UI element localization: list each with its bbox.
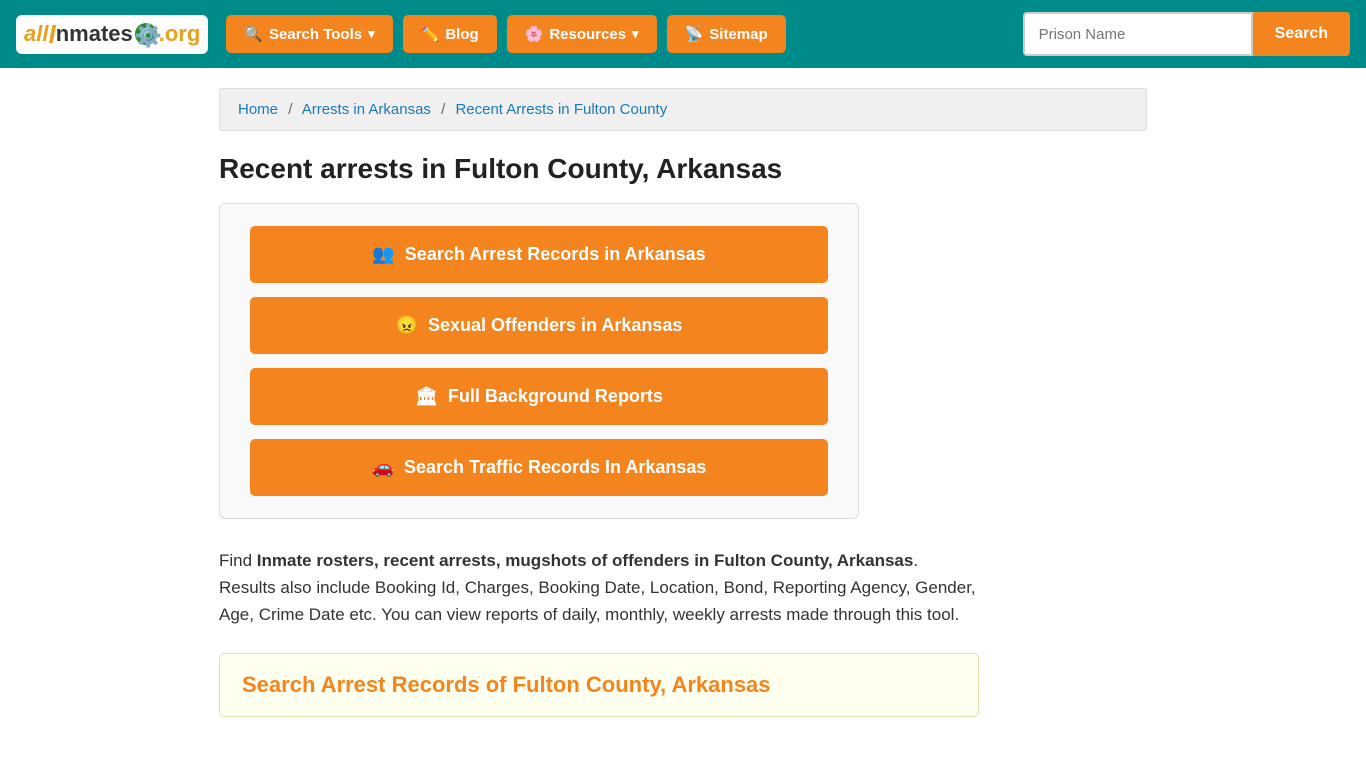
arrest-records-btn[interactable]: 👥 Search Arrest Records in Arkansas xyxy=(250,226,828,283)
breadcrumb-sep-1: / xyxy=(288,101,292,118)
blog-icon: ✏️ xyxy=(421,25,440,43)
arrest-records-label: Search Arrest Records in Arkansas xyxy=(405,244,706,265)
logo-nmates: nmates xyxy=(56,21,133,47)
search-tools-btn[interactable]: 🔍 Search Tools xyxy=(226,15,392,53)
sexual-offenders-label: Sexual Offenders in Arkansas xyxy=(428,315,682,336)
traffic-records-label: Search Traffic Records In Arkansas xyxy=(404,457,706,478)
site-logo[interactable]: allInmates⚙️.org xyxy=(16,15,208,54)
people-icon: 👥 xyxy=(372,244,394,265)
page-title: Recent arrests in Fulton County, Arkansa… xyxy=(219,153,1147,185)
breadcrumb: Home / Arrests in Arkansas / Recent Arre… xyxy=(219,88,1147,131)
blog-btn[interactable]: ✏️ Blog xyxy=(403,15,497,53)
breadcrumb-sep-2: / xyxy=(441,101,445,118)
building-icon: 🏛 xyxy=(415,386,438,407)
background-reports-btn[interactable]: 🏛 Full Background Reports xyxy=(250,368,828,425)
prison-search-area: Search xyxy=(1023,12,1350,56)
sitemap-icon: 📡 xyxy=(685,25,704,43)
search-icon: 🔍 xyxy=(244,25,263,43)
logo-org: .org xyxy=(159,21,201,47)
search-records-title: Search Arrest Records of Fulton County, … xyxy=(242,672,956,698)
sitemap-label: Sitemap xyxy=(709,26,767,43)
background-reports-label: Full Background Reports xyxy=(448,386,663,407)
sitemap-btn[interactable]: 📡 Sitemap xyxy=(667,15,786,53)
resources-label: Resources xyxy=(549,26,626,43)
main-content: Home / Arrests in Arkansas / Recent Arre… xyxy=(203,68,1163,757)
breadcrumb-home[interactable]: Home xyxy=(238,101,278,118)
navbar: allInmates⚙️.org 🔍 Search Tools ✏️ Blog … xyxy=(0,0,1366,68)
desc-prefix: Find xyxy=(219,551,257,570)
logo-all: all xyxy=(24,21,48,47)
search-records-section: Search Arrest Records of Fulton County, … xyxy=(219,653,979,717)
logo-I: I xyxy=(48,19,55,50)
resources-btn[interactable]: 🌸 Resources xyxy=(507,15,657,53)
car-icon: 🚗 xyxy=(372,457,394,478)
description-text: Find Inmate rosters, recent arrests, mug… xyxy=(219,547,979,629)
traffic-records-btn[interactable]: 🚗 Search Traffic Records In Arkansas xyxy=(250,439,828,496)
breadcrumb-current: Recent Arrests in Fulton County xyxy=(455,101,667,118)
resources-icon: 🌸 xyxy=(525,25,544,43)
search-tools-label: Search Tools xyxy=(269,26,362,43)
blog-label: Blog xyxy=(445,26,478,43)
breadcrumb-arrests-arkansas[interactable]: Arrests in Arkansas xyxy=(302,101,431,118)
action-buttons-box: 👥 Search Arrest Records in Arkansas 😠 Se… xyxy=(219,203,859,519)
desc-bold: Inmate rosters, recent arrests, mugshots… xyxy=(257,551,914,570)
prison-name-input[interactable] xyxy=(1023,12,1253,56)
logo-gear-icon: ⚙️ xyxy=(135,23,157,45)
prison-search-button[interactable]: Search xyxy=(1253,12,1350,56)
sexual-offenders-btn[interactable]: 😠 Sexual Offenders in Arkansas xyxy=(250,297,828,354)
offender-icon: 😠 xyxy=(396,315,418,336)
